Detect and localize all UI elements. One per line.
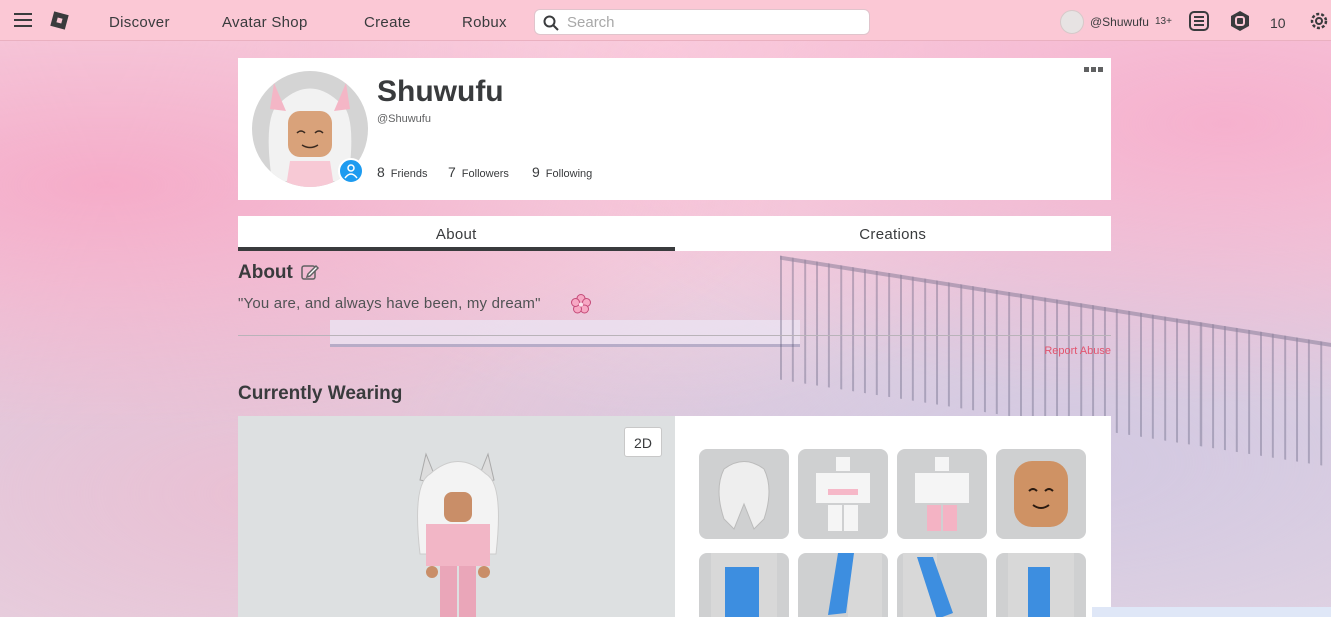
robux-count[interactable]: 10 [1270,15,1286,31]
wearing-item-hair[interactable] [699,449,789,539]
followers-count: 7 [448,164,456,180]
nav-avatar-icon[interactable] [1060,10,1084,34]
chat-panel-edge [1092,607,1331,617]
wearing-item-shirt[interactable] [798,449,888,539]
top-navbar: Discover Avatar Shop Create Robux @Shuwu… [0,0,1331,41]
followers-stat[interactable]: 7 Followers [448,164,509,180]
tab-creations[interactable]: Creations [675,216,1112,251]
search-icon [543,15,559,31]
menu-icon[interactable] [14,13,32,27]
wearing-item-face[interactable] [996,449,1086,539]
wearing-items-panel [675,416,1111,617]
friends-stat[interactable]: 8 Friends [377,164,427,180]
background-bridge [330,320,800,347]
more-options-icon[interactable] [1084,67,1103,72]
roblox-logo-icon[interactable] [50,11,69,30]
nav-robux[interactable]: Robux [462,14,507,31]
catalog-list-icon[interactable] [1188,10,1210,32]
profile-tabs: About Creations [238,216,1111,251]
nav-discover[interactable]: Discover [109,14,170,31]
avatar-3d-viewer[interactable]: 2D [238,416,675,617]
edit-icon[interactable] [300,262,320,282]
age-badge: 13+ [1155,16,1172,27]
toggle-2d-button[interactable]: 2D [624,427,662,457]
username: @Shuwufu [377,113,431,125]
search-input[interactable] [565,13,859,32]
nav-create[interactable]: Create [364,14,411,31]
wearing-item-accessory-4[interactable] [996,553,1086,617]
report-abuse-link[interactable]: Report Abuse [1044,345,1111,357]
about-heading: About [238,262,293,283]
profile-header-card: Shuwufu @Shuwufu 8 Friends 7 Followers 9 Fo… [238,58,1111,200]
wearing-item-pants[interactable] [897,449,987,539]
avatar-figure [417,452,499,617]
cherry-blossom-icon [571,294,591,314]
following-label: Following [545,168,593,180]
wearing-item-accessory-1[interactable] [699,553,789,617]
following-stat[interactable]: 9 Following [532,164,592,180]
wearing-item-accessory-2[interactable] [798,553,888,617]
search-bar[interactable] [534,9,870,35]
gear-icon[interactable] [1308,10,1330,32]
followers-label: Followers [461,168,509,180]
about-description: "You are, and always have been, my dream… [238,295,541,312]
nav-username[interactable]: @Shuwufu [1090,15,1149,29]
display-name: Shuwufu [377,75,504,108]
currently-wearing-heading: Currently Wearing [238,383,403,404]
friends-count: 8 [377,164,385,180]
friends-label: Friends [390,168,428,180]
wearing-item-accessory-3[interactable] [897,553,987,617]
about-divider [238,335,1111,336]
robux-icon[interactable] [1229,10,1251,32]
nav-avatar-shop[interactable]: Avatar Shop [222,14,308,31]
tab-about[interactable]: About [238,216,675,251]
following-count: 9 [532,164,540,180]
online-status-icon [338,158,364,184]
